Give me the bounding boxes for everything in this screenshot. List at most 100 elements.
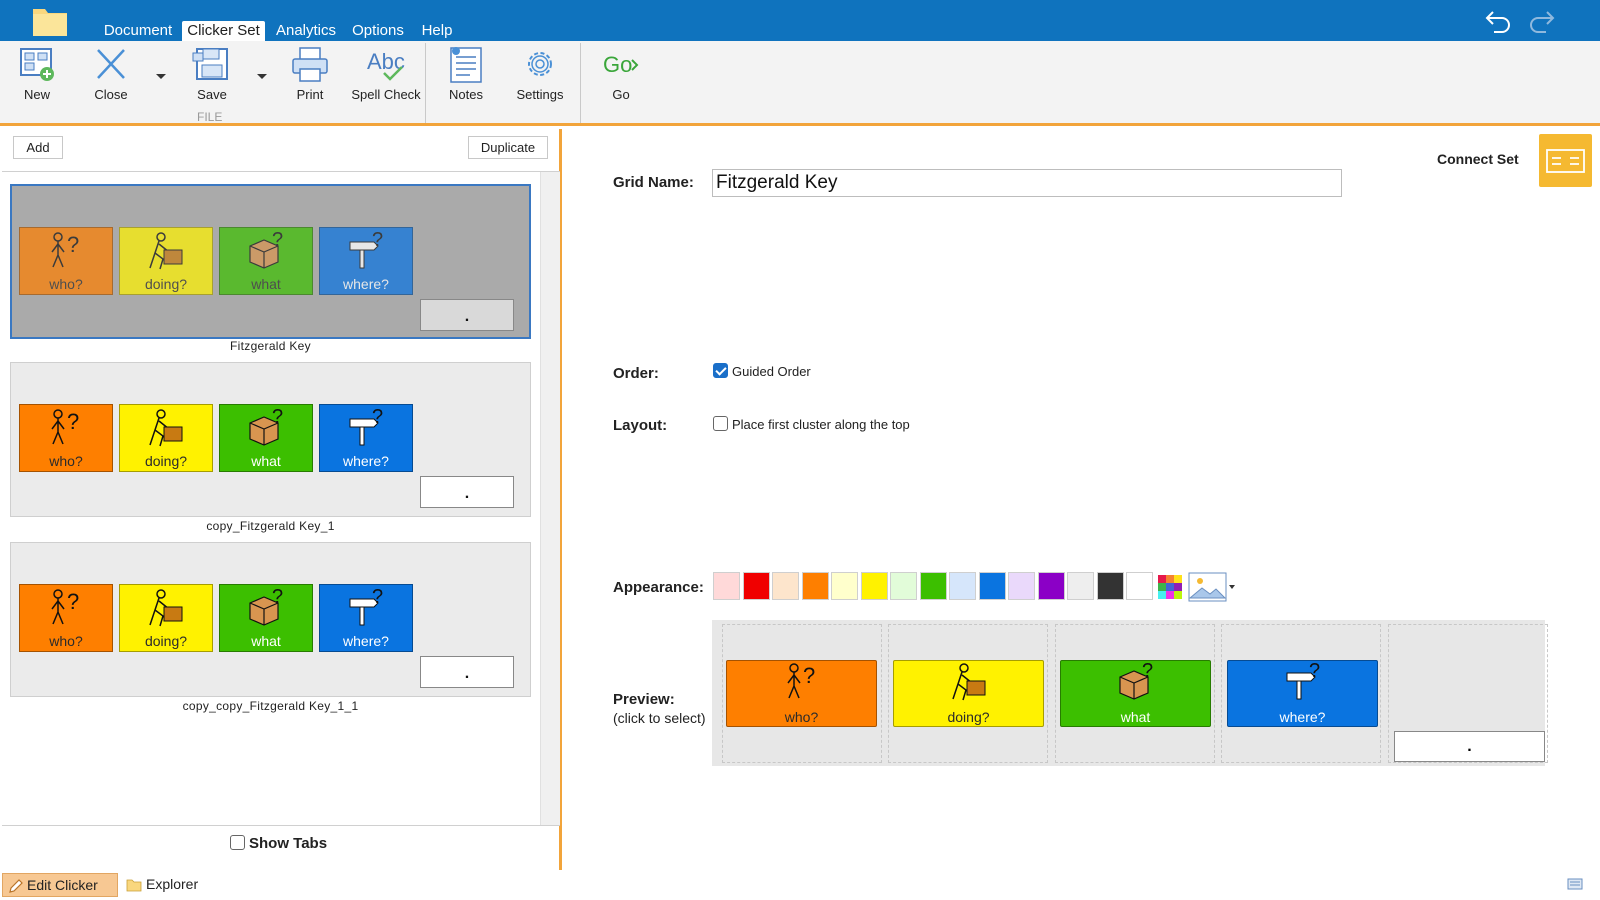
show-tabs-checkbox[interactable] (230, 835, 245, 850)
tab-options[interactable]: Options (347, 21, 409, 41)
cell-label: what (251, 453, 281, 469)
person-lifting-box-icon (149, 409, 183, 447)
cell-label: where? (343, 276, 389, 292)
cell-what: ? what (219, 584, 313, 652)
sentence-box: . (420, 476, 514, 508)
svg-text:?: ? (272, 587, 283, 608)
guided-order-option[interactable]: Guided Order (713, 363, 811, 379)
ribbon-separator (425, 43, 426, 123)
keyboard-icon[interactable] (1567, 877, 1583, 891)
color-swatch[interactable] (1097, 572, 1124, 600)
set-card-copy-copy-fitzgerald-key-1-1[interactable]: ? who? doing? ? what ? where? . (10, 542, 531, 697)
duplicate-button[interactable]: Duplicate (468, 136, 548, 159)
print-label: Print (296, 87, 324, 102)
set-name-label: copy_Fitzgerald Key_1 (206, 519, 335, 533)
color-swatch[interactable] (713, 572, 740, 600)
svg-text:Go: Go (603, 52, 632, 77)
color-swatch[interactable] (890, 572, 917, 600)
person-question-icon: ? (51, 409, 79, 445)
sentence-box: . (420, 299, 514, 331)
connect-set-button[interactable] (1539, 134, 1592, 187)
signpost-question-icon: ? (349, 407, 383, 446)
preview-cell-who[interactable]: ? who? (726, 660, 877, 727)
go-button[interactable]: Go Go (596, 45, 646, 113)
folder-icon[interactable] (32, 5, 68, 37)
color-swatch[interactable] (772, 572, 799, 600)
color-swatch[interactable] (949, 572, 976, 600)
color-swatch[interactable] (802, 572, 829, 600)
preview-sentence-box[interactable]: . (1394, 731, 1545, 762)
svg-text:?: ? (803, 663, 815, 688)
clicker-set-editor: Document Clicker Set Analytics Options H… (0, 0, 1600, 900)
sentence-text: . (464, 665, 470, 682)
color-swatch[interactable] (1038, 572, 1065, 600)
tab-clicker-set[interactable]: Clicker Set (182, 21, 265, 41)
ribbon-toolbar: New Close Save FILE Print Abc Spell Chec… (0, 41, 1600, 126)
color-swatch[interactable] (743, 572, 770, 600)
first-cluster-top-option[interactable]: Place first cluster along the top (713, 416, 910, 432)
close-button[interactable]: Close (86, 45, 136, 113)
set-list[interactable]: ? who? doing? ? what ? where? . Fitzgera… (2, 171, 560, 826)
color-swatch[interactable] (1008, 572, 1035, 600)
background-image-icon[interactable] (1188, 572, 1236, 602)
preview-cell-doing[interactable]: doing? (893, 660, 1044, 727)
color-swatch[interactable] (1126, 572, 1153, 600)
folder-icon (126, 879, 142, 892)
pencil-icon (9, 879, 23, 893)
first-cluster-top-label: Place first cluster along the top (732, 417, 910, 432)
box-question-icon: ? (249, 230, 283, 269)
set-list-scrollbar[interactable] (540, 172, 560, 825)
cell-label: doing? (144, 276, 188, 292)
signpost-question-icon: ? (1286, 661, 1320, 700)
redo-icon[interactable] (1526, 5, 1556, 35)
show-tabs-toggle[interactable]: Show Tabs (230, 835, 327, 852)
layout-label: Layout: (613, 417, 668, 434)
notes-button[interactable]: Notes (440, 45, 492, 113)
preview-cell-what[interactable]: ? what (1060, 660, 1211, 727)
save-dropdown-arrow-icon[interactable] (255, 71, 269, 81)
add-button[interactable]: Add (13, 136, 63, 159)
set-card-fitzgerald-key[interactable]: ? who? doing? ? what ? where? . (10, 184, 531, 339)
close-icon (97, 49, 125, 79)
first-cluster-top-checkbox[interactable] (713, 416, 728, 431)
person-lifting-box-icon (149, 232, 183, 270)
print-button[interactable]: Print (286, 45, 334, 113)
more-colors-icon[interactable] (1158, 575, 1182, 599)
tab-document[interactable]: Document (99, 21, 177, 41)
save-button[interactable]: Save (182, 45, 242, 113)
spell-check-button[interactable]: Abc Spell Check (350, 45, 422, 113)
grid-name-input[interactable] (712, 169, 1342, 197)
settings-button[interactable]: Settings (512, 45, 568, 113)
cell-what: ? what (219, 404, 313, 472)
tab-analytics[interactable]: Analytics (271, 21, 341, 41)
signpost-question-icon: ? (349, 230, 383, 269)
cell-doing: doing? (119, 404, 213, 472)
box-question-icon: ? (1119, 661, 1153, 700)
undo-icon[interactable] (1484, 5, 1514, 35)
guided-order-checkbox[interactable] (713, 363, 728, 378)
close-dropdown-arrow-icon[interactable] (154, 71, 168, 81)
svg-text:?: ? (372, 587, 383, 608)
cell-who: ? who? (19, 584, 113, 652)
settings-label: Settings (516, 87, 564, 102)
tab-help[interactable]: Help (415, 21, 459, 41)
cell-where: ? where? (319, 404, 413, 472)
set-card-copy-fitzgerald-key-1[interactable]: ? who? doing? ? what ? where? . (10, 362, 531, 517)
color-swatch[interactable] (979, 572, 1006, 600)
color-swatch[interactable] (861, 572, 888, 600)
cell-where: ? where? (319, 227, 413, 295)
color-swatch[interactable] (1067, 572, 1094, 600)
set-list-panel: Add Duplicate ? who? doing? ? what ? whe… (0, 129, 562, 870)
svg-text:?: ? (372, 230, 383, 251)
new-button[interactable]: New (10, 45, 64, 113)
preview-cell-where[interactable]: ? where? (1227, 660, 1378, 727)
color-swatch[interactable] (920, 572, 947, 600)
save-disk-icon (192, 48, 228, 80)
preview-cell-label: who? (784, 709, 819, 725)
svg-text:?: ? (272, 230, 283, 251)
tab-edit-clicker-set[interactable]: Edit Clicker Set (2, 873, 118, 900)
person-question-icon: ? (787, 663, 815, 699)
title-bar: Document Clicker Set Analytics Options H… (0, 0, 1600, 41)
color-swatch[interactable] (831, 572, 858, 600)
tab-explorer[interactable]: Explorer (124, 873, 198, 897)
